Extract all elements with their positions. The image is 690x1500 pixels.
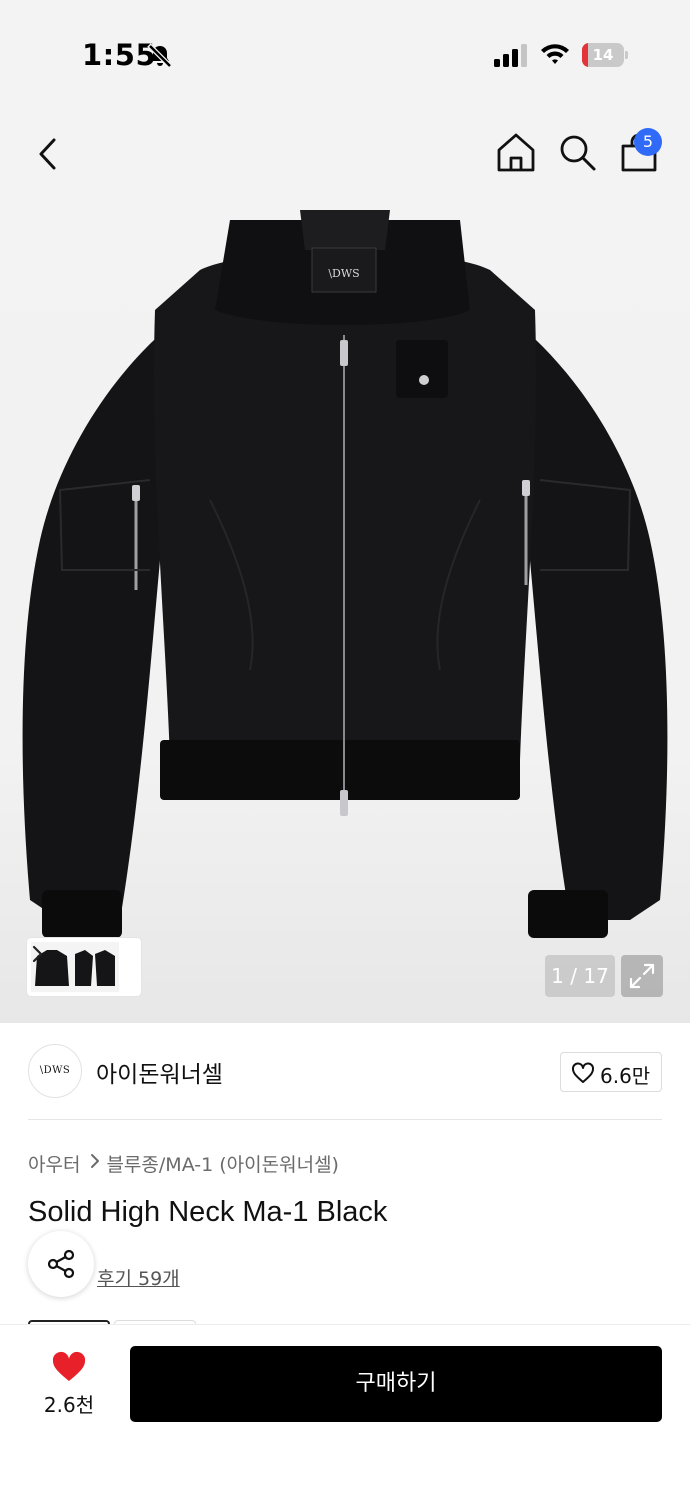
brand-like-button[interactable]: 6.6만 (560, 1052, 662, 1092)
buy-button[interactable]: 구매하기 (130, 1346, 662, 1422)
bottom-action-bar: 2.6천 구매하기 (0, 1324, 690, 1500)
review-link[interactable]: 후기 59개 (97, 1264, 180, 1291)
battery-icon: 14 (582, 43, 628, 67)
status-bar: 1:55 14 (0, 0, 690, 110)
brand-like-count: 6.6만 (600, 1064, 651, 1088)
battery-level: 14 (592, 46, 614, 64)
thumbnail-strip[interactable] (27, 938, 141, 996)
breadcrumb-category[interactable]: 아우터 (28, 1150, 80, 1177)
chevron-right-icon (91, 1154, 100, 1168)
wifi-icon (541, 44, 569, 64)
collar-label: \DWS (328, 267, 359, 280)
chevron-left-icon[interactable] (28, 132, 72, 176)
divider (28, 1119, 662, 1120)
cellular-signal-icon (494, 44, 527, 67)
wishlist-button[interactable]: 2.6천 (28, 1349, 110, 1425)
product-image: \DWS (22, 210, 668, 938)
product-title: Solid High Neck Ma-1 Black (28, 1196, 388, 1228)
cart-count-badge: 5 (634, 128, 662, 156)
home-icon[interactable] (494, 130, 538, 174)
expand-icon[interactable] (621, 955, 663, 997)
share-icon (47, 1249, 75, 1279)
brand-logo[interactable]: \DWS (28, 1044, 82, 1098)
brand-logo-text: \DWS (39, 1065, 71, 1076)
heart-filled-icon (52, 1351, 86, 1381)
breadcrumb: 아우터 블루종/MA-1 (아이돈워너셀) (28, 1150, 339, 1178)
product-image-gallery[interactable]: 5 \DWS 1 / 17 (0, 110, 690, 1023)
brand-row[interactable]: \DWS 아이돈워너셀 6.6만 (0, 1023, 690, 1120)
brand-name[interactable]: 아이돈워너셀 (96, 1055, 223, 1089)
wishlist-count: 2.6천 (43, 1393, 95, 1417)
chevron-right-icon (32, 945, 43, 963)
breadcrumb-subcategory[interactable]: 블루종/MA-1 (아이돈워너셀) (106, 1150, 339, 1177)
share-button[interactable] (28, 1231, 94, 1297)
bell-slash-icon (147, 43, 173, 69)
image-counter: 1 / 17 (545, 955, 615, 997)
search-icon[interactable] (555, 130, 599, 174)
heart-outline-icon (572, 1062, 594, 1083)
